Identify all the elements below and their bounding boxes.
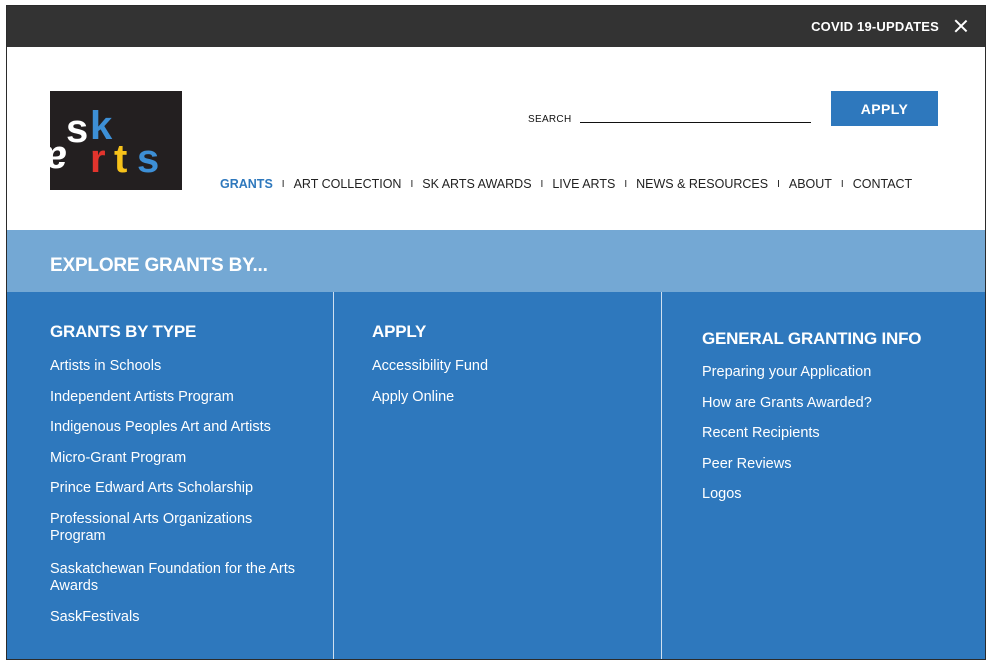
menu-link-sask-foundation[interactable]: Saskatchewan Foundation for the Arts Awa… (50, 561, 300, 595)
nav-separator: I (410, 178, 414, 190)
search-input[interactable] (580, 107, 811, 123)
menu-column-general-granting-info: GENERAL GRANTING INFO Preparing your App… (661, 292, 985, 659)
logo-letter-a: a (50, 138, 67, 182)
sk-arts-logo[interactable]: s k a r t s (50, 91, 182, 190)
menu-link-professional-arts-orgs[interactable]: Professional Arts Organizations Program (50, 511, 300, 545)
nav-separator: I (281, 178, 285, 190)
logo-letter-r: r (90, 137, 106, 181)
nav-item-sk-arts-awards[interactable]: SK ARTS AWARDS (422, 177, 531, 191)
menu-link-apply-online[interactable]: Apply Online (372, 389, 642, 406)
menu-column-grants-by-type: GRANTS BY TYPE Artists in Schools Indepe… (7, 292, 333, 659)
top-bar: COVID 19-UPDATES (7, 6, 985, 47)
header: s k a r t s SEARCH APPLY GRANTS I ART CO… (7, 47, 985, 230)
grants-mega-menu: GRANTS BY TYPE Artists in Schools Indepe… (7, 292, 985, 659)
menu-link-accessibility-fund[interactable]: Accessibility Fund (372, 358, 642, 375)
menu-link-micro-grant[interactable]: Micro-Grant Program (50, 450, 320, 467)
covid-updates-link[interactable]: COVID 19-UPDATES (811, 19, 939, 34)
search-label: SEARCH (528, 114, 572, 125)
nav-item-grants[interactable]: GRANTS (220, 177, 273, 191)
apply-button[interactable]: APPLY (831, 91, 938, 126)
page-frame: COVID 19-UPDATES s k a r t s SEARCH APPL… (6, 5, 986, 660)
explore-title: EXPLORE GRANTS BY... (50, 255, 268, 276)
column-heading: APPLY (372, 322, 427, 341)
menu-link-logos[interactable]: Logos (702, 486, 972, 503)
nav-item-news-resources[interactable]: NEWS & RESOURCES (636, 177, 768, 191)
nav-item-about[interactable]: ABOUT (789, 177, 832, 191)
explore-band: EXPLORE GRANTS BY... (7, 230, 985, 292)
nav-item-live-arts[interactable]: LIVE ARTS (552, 177, 615, 191)
logo-letter-s: s (66, 107, 88, 151)
column-heading: GRANTS BY TYPE (50, 322, 197, 341)
menu-link-indigenous-peoples[interactable]: Indigenous Peoples Art and Artists (50, 419, 320, 436)
menu-link-artists-in-schools[interactable]: Artists in Schools (50, 358, 320, 375)
close-icon[interactable] (953, 18, 969, 34)
main-nav: GRANTS I ART COLLECTION I SK ARTS AWARDS… (220, 177, 912, 191)
menu-link-prince-edward[interactable]: Prince Edward Arts Scholarship (50, 480, 320, 497)
menu-link-how-grants-awarded[interactable]: How are Grants Awarded? (702, 395, 972, 412)
menu-link-independent-artists[interactable]: Independent Artists Program (50, 389, 320, 406)
logo-letter-s2: s (137, 137, 159, 181)
menu-column-apply: APPLY Accessibility Fund Apply Online (333, 292, 661, 659)
nav-separator: I (624, 178, 628, 190)
nav-item-art-collection[interactable]: ART COLLECTION (294, 177, 402, 191)
nav-item-contact[interactable]: CONTACT (853, 177, 913, 191)
nav-separator: I (540, 178, 544, 190)
menu-link-peer-reviews[interactable]: Peer Reviews (702, 456, 972, 473)
menu-link-saskfestivals[interactable]: SaskFestivals (50, 609, 320, 626)
nav-separator: I (777, 178, 780, 190)
logo-mark: s k a r t s (50, 104, 159, 182)
menu-link-recent-recipients[interactable]: Recent Recipients (702, 425, 972, 442)
menu-link-preparing-application[interactable]: Preparing your Application (702, 364, 972, 381)
logo-letter-t: t (114, 137, 127, 181)
nav-separator: I (840, 178, 844, 190)
column-heading: GENERAL GRANTING INFO (702, 329, 922, 348)
